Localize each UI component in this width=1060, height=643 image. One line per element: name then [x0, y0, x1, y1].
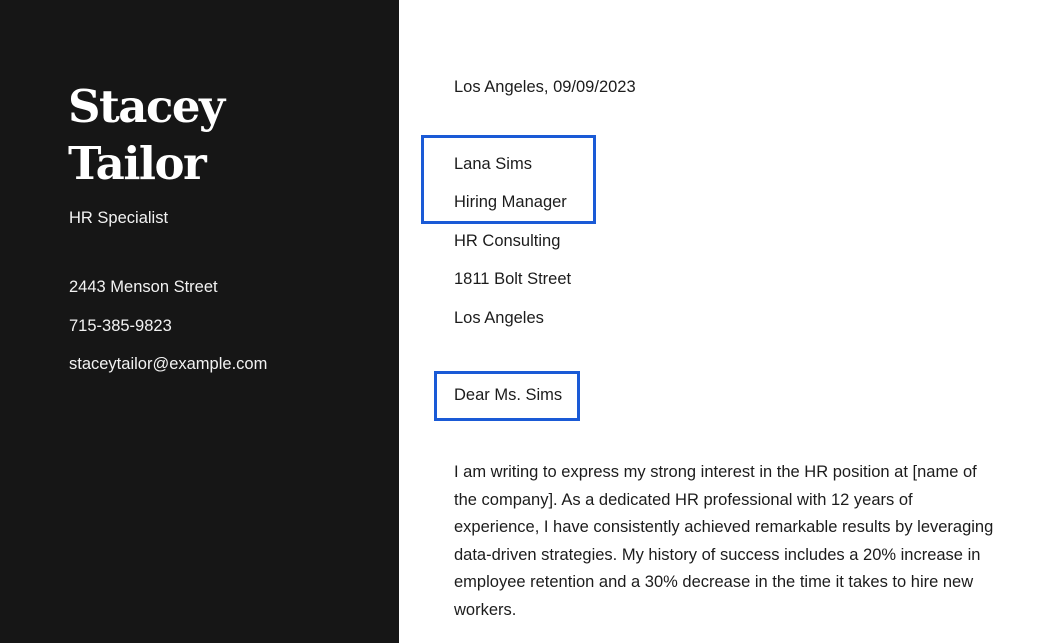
- letter-body-paragraph: I am writing to express my strong intere…: [454, 463, 994, 619]
- salutation: Dear Ms. Sims: [454, 386, 563, 404]
- place-and-date: Los Angeles, 09/09/2023: [454, 78, 636, 96]
- recipient-company: HR Consulting: [454, 232, 561, 250]
- recipient-name: Lana Sims: [454, 155, 532, 173]
- recipient-city: Los Angeles: [454, 309, 544, 327]
- recipient-title: Hiring Manager: [454, 193, 567, 211]
- cover-letter-page: Stacey Tailor HR Specialist 2443 Menson …: [0, 0, 1060, 643]
- letter-content: Los Angeles, 09/09/2023 Lana Sims Hiring…: [0, 0, 1060, 643]
- recipient-street: 1811 Bolt Street: [454, 270, 572, 288]
